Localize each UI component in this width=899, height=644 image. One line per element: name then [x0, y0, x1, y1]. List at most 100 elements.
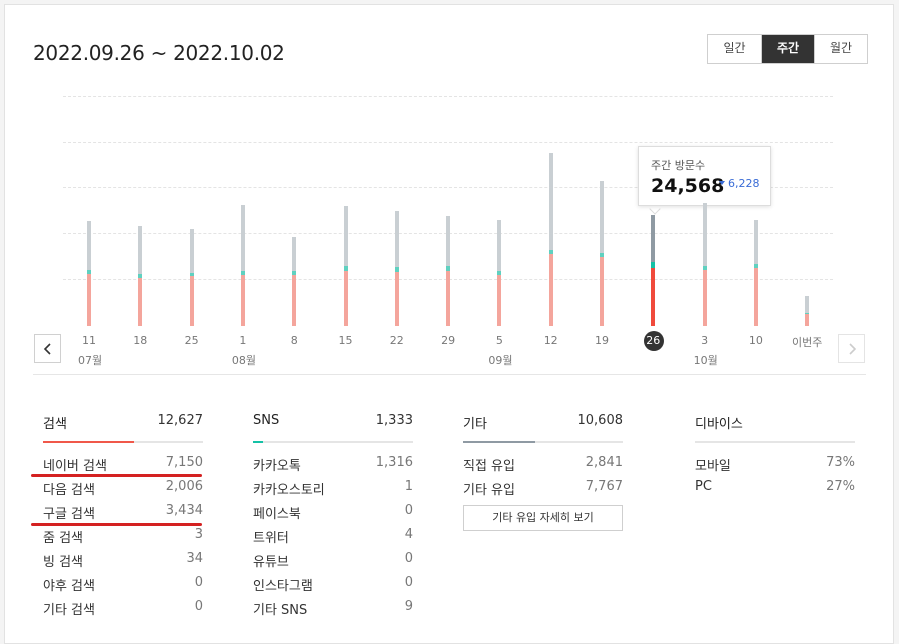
stats-row-label: 기타 유입	[463, 479, 515, 498]
stats-etc-total: 10,608	[578, 413, 624, 428]
stats-row-label: 야후 검색	[43, 575, 95, 594]
stats-sns-row: 인스타그램0	[253, 575, 413, 599]
bar-segment	[446, 271, 450, 326]
bar-segment	[395, 211, 399, 267]
stats-sns-bar	[253, 441, 413, 443]
chart-prev-button[interactable]	[34, 334, 61, 363]
stats-sns-row: 카카오스토리1	[253, 479, 413, 503]
stats-row-value: 0	[405, 551, 413, 566]
stats-sns-row: 카카오톡1,316	[253, 455, 413, 479]
stats-row-value: 0	[405, 575, 413, 590]
visitor-chart: 주간 방문수 24,568 6,228 11182518152229512192…	[5, 5, 895, 385]
x-tick-label: 29	[428, 334, 468, 347]
stats-search-row: 다음 검색2,006	[43, 479, 203, 503]
annotation-underline	[31, 523, 202, 526]
stats-row-value: 7,767	[586, 479, 623, 494]
tooltip-label: 주간 방문수	[651, 157, 705, 173]
x-tick-label: 5	[479, 334, 519, 347]
bar-1[interactable]	[241, 205, 245, 326]
tooltip-delta: 6,228	[728, 177, 760, 190]
stats-row-label: PC	[695, 479, 712, 494]
month-label: 08월	[232, 352, 256, 368]
bar-5[interactable]	[497, 220, 501, 326]
stats-row-value: 3	[195, 527, 203, 542]
bar-segment	[754, 220, 758, 264]
bar-이번주[interactable]	[805, 296, 809, 326]
down-arrow-icon	[719, 181, 725, 185]
stats-sns-total: 1,333	[376, 413, 413, 428]
stats-etc-bar	[463, 441, 623, 443]
stats-device-row: 모바일73%	[695, 455, 855, 479]
stats-etc-row: 기타 유입 7,767	[463, 479, 623, 503]
bar-segment	[446, 216, 450, 267]
grid-line	[63, 96, 833, 97]
bar-22[interactable]	[395, 211, 399, 326]
bar-segment	[497, 271, 501, 275]
bar-segment	[549, 254, 553, 326]
bar-segment	[344, 206, 348, 266]
stats-search-row: 빙 검색34	[43, 551, 203, 575]
stats-search-total: 12,627	[158, 413, 204, 428]
bar-25[interactable]	[190, 229, 194, 326]
etc-detail-button[interactable]: 기타 유입 자세히 보기	[463, 505, 623, 531]
bar-29[interactable]	[446, 216, 450, 326]
stats-row-label: 기타 검색	[43, 599, 95, 618]
x-tick-label: 11	[69, 334, 109, 347]
stats-row-label: 트위터	[253, 527, 289, 546]
bar-3[interactable]	[703, 203, 707, 326]
stats-sns-title: SNS	[253, 413, 279, 428]
stats-row-value: 0	[195, 575, 203, 590]
stats-sns-row: 트위터 4	[253, 527, 413, 551]
chevron-left-icon	[43, 343, 53, 355]
stats-row-label: 유튜브	[253, 551, 289, 570]
bar-segment	[754, 264, 758, 269]
stats-search-row: 야후 검색 0	[43, 575, 203, 599]
stats-search: 검색 12,627 네이버 검색7,150다음 검색2,006구글 검색3,43…	[43, 411, 203, 623]
stats-row-value: 4	[405, 527, 413, 542]
stats-search-row: 줌 검색3	[43, 527, 203, 551]
x-tick-label: 18	[120, 334, 160, 347]
bar-segment	[241, 205, 245, 271]
bar-8[interactable]	[292, 237, 296, 326]
x-tick-label: 10	[736, 334, 776, 347]
stats-sns-row: 유튜브 0	[253, 551, 413, 575]
bar-segment	[292, 271, 296, 274]
stats-search-bar-fill	[43, 441, 134, 443]
x-tick-label: 15	[326, 334, 366, 347]
x-tick-label: 26	[633, 334, 673, 347]
bar-segment	[190, 229, 194, 273]
bar-19[interactable]	[600, 181, 604, 326]
bar-segment	[805, 296, 809, 313]
stats-row-value: 1,316	[376, 455, 413, 470]
bar-segment	[549, 153, 553, 250]
bar-segment	[600, 257, 604, 326]
bar-segment	[549, 250, 553, 254]
chart-next-button[interactable]	[838, 334, 865, 363]
bar-26[interactable]	[651, 215, 655, 326]
bar-11[interactable]	[87, 221, 91, 326]
month-label: 07월	[78, 352, 102, 368]
bar-segment	[703, 270, 707, 326]
bar-10[interactable]	[754, 220, 758, 326]
bar-segment	[87, 270, 91, 274]
bar-segment	[651, 215, 655, 262]
visit-tooltip: 주간 방문수 24,568 6,228	[638, 146, 771, 206]
bar-segment	[138, 226, 142, 274]
stats-row-label: 직접 유입	[463, 455, 515, 474]
bar-12[interactable]	[549, 153, 553, 326]
stats-etc-title: 기타	[463, 413, 487, 432]
stats-row-label: 모바일	[695, 455, 731, 474]
bar-segment	[344, 266, 348, 271]
stats-sns-bar-fill	[253, 441, 263, 443]
bar-15[interactable]	[344, 206, 348, 326]
x-tick-label: 25	[172, 334, 212, 347]
month-label: 09월	[488, 352, 512, 368]
bar-18[interactable]	[138, 226, 142, 326]
stats-etc-row: 직접 유입2,841	[463, 455, 623, 479]
annotation-underline	[31, 474, 202, 477]
bar-segment	[600, 253, 604, 257]
stats-device: 디바이스 모바일73%PC27%	[695, 411, 855, 503]
x-tick-label: 1	[223, 334, 263, 347]
stats-row-label: 카카오스토리	[253, 479, 325, 498]
x-tick-label: 22	[377, 334, 417, 347]
